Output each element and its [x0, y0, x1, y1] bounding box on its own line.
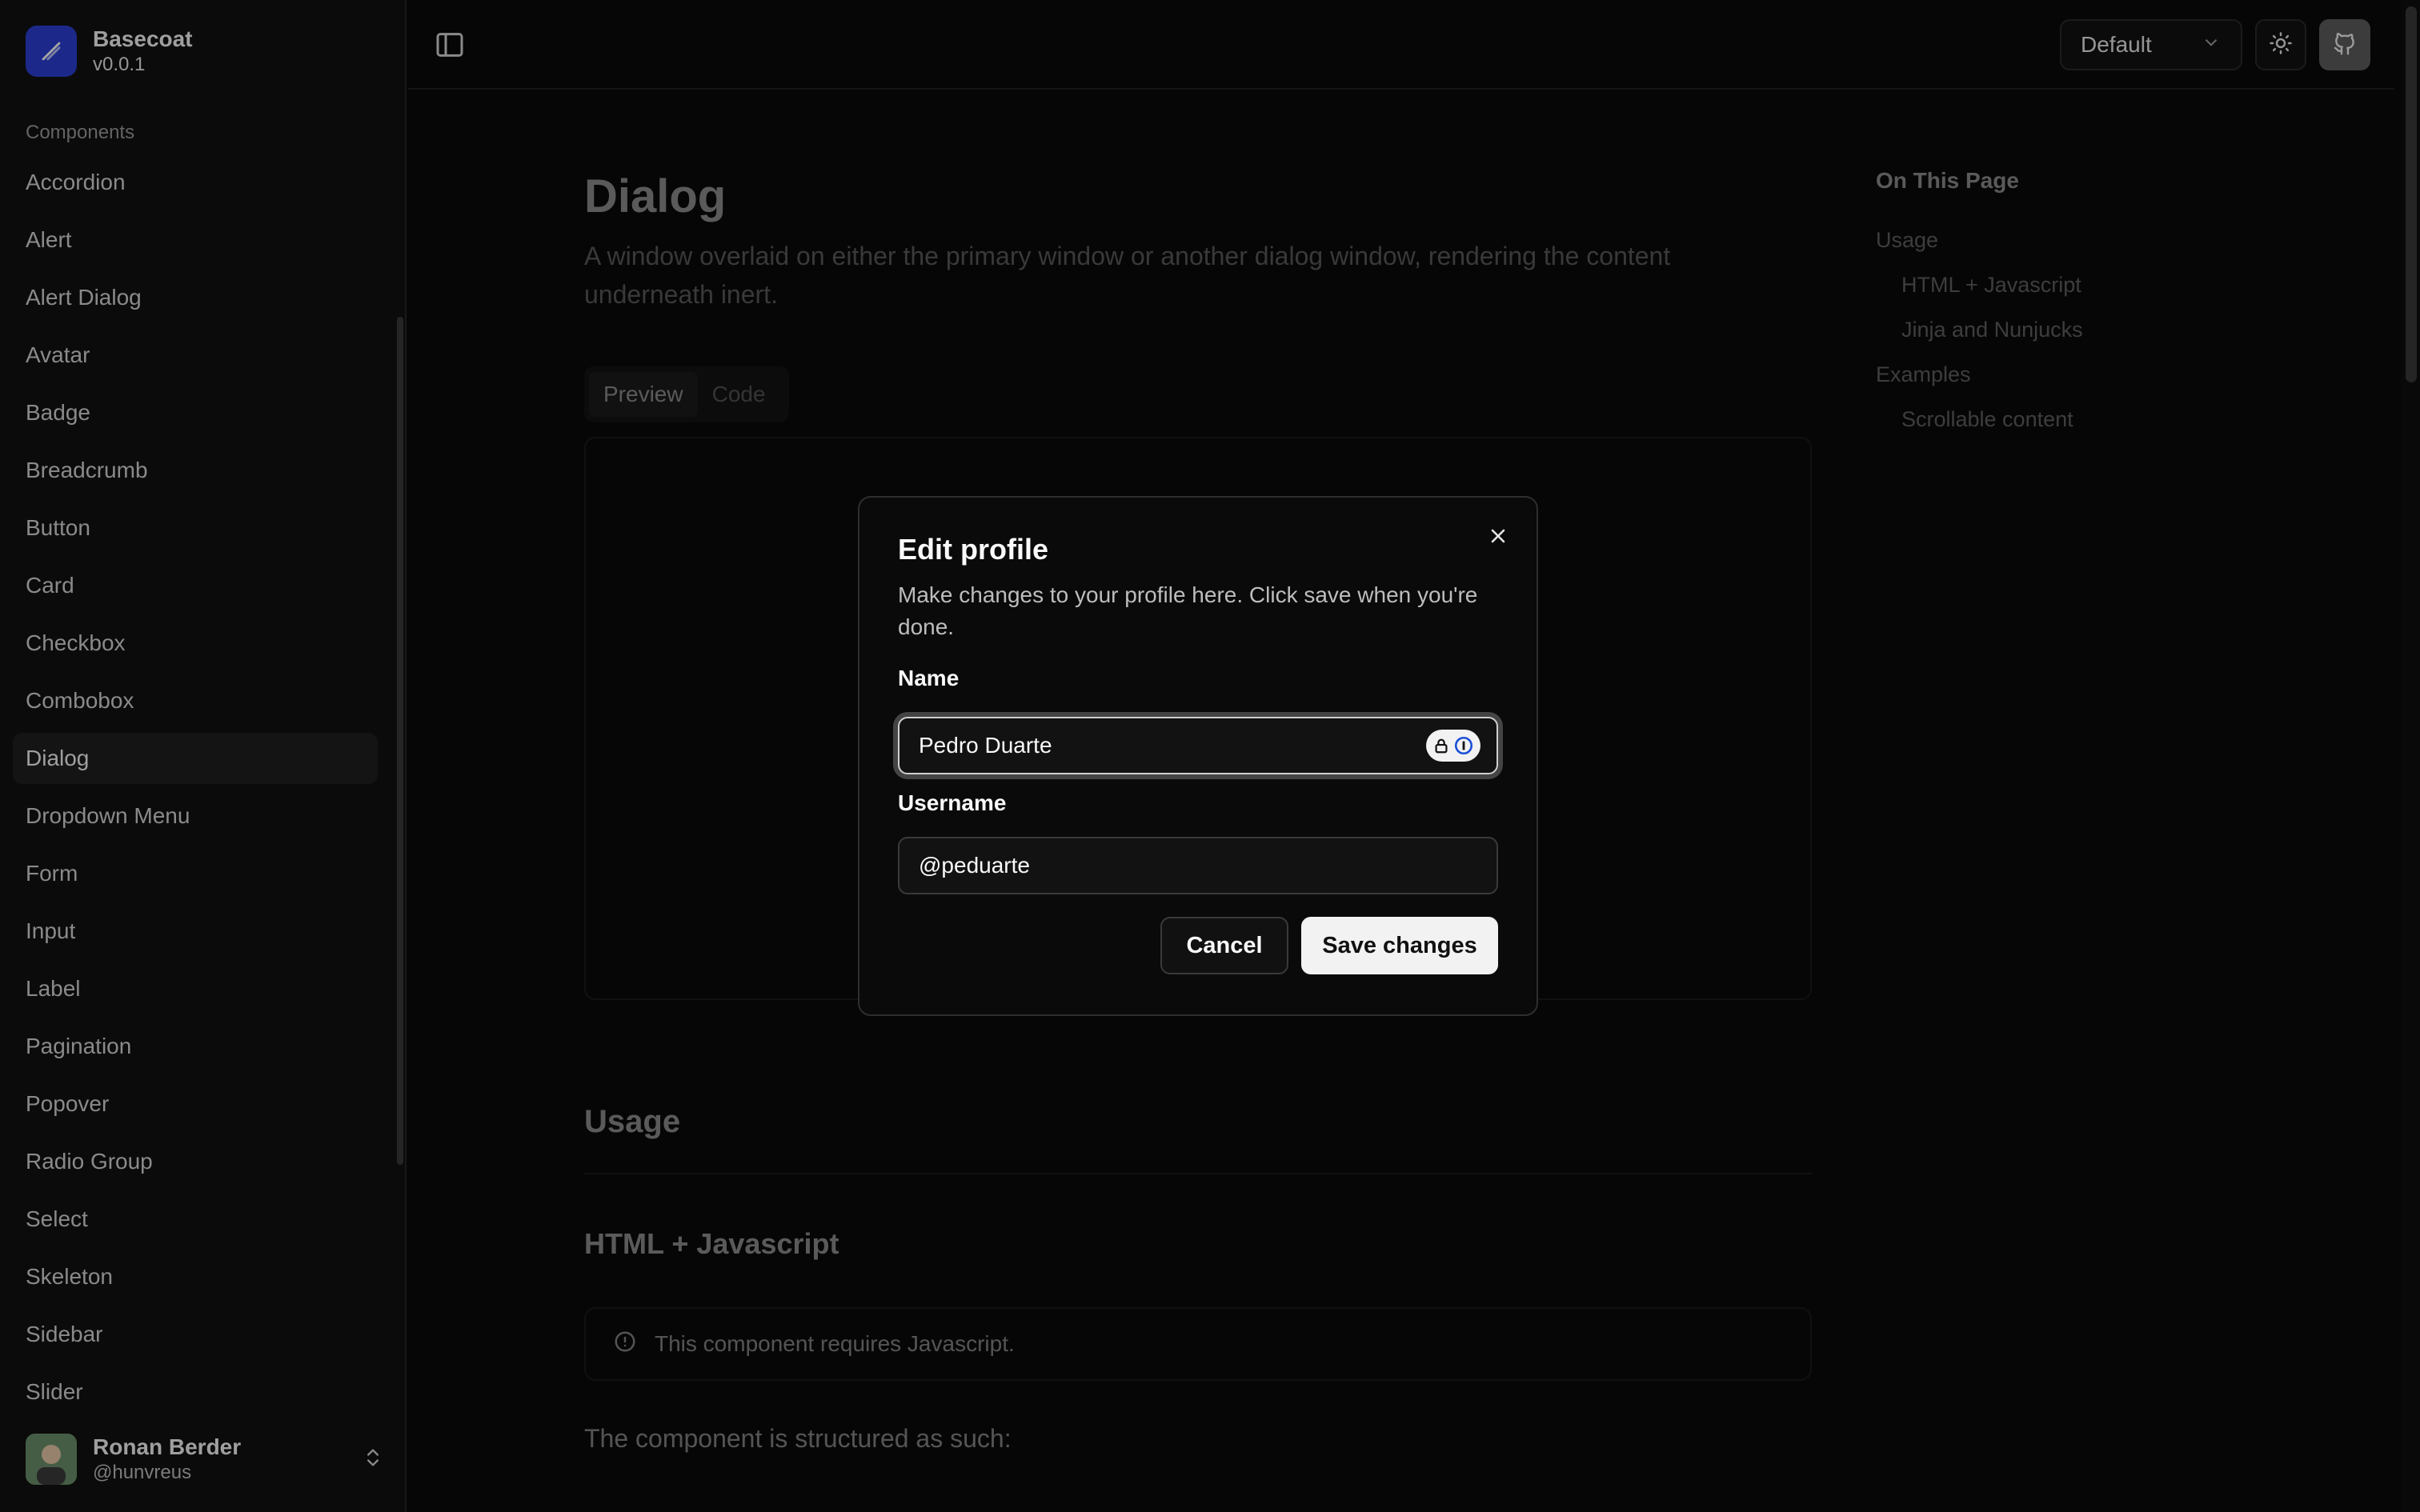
- save-changes-button[interactable]: Save changes: [1301, 917, 1498, 974]
- username-input[interactable]: [898, 837, 1498, 894]
- name-label: Name: [898, 666, 960, 690]
- edit-profile-dialog: Edit profile Make changes to your profil…: [858, 496, 1538, 1016]
- password-manager-icon[interactable]: [1426, 730, 1480, 762]
- username-label: Username: [898, 790, 1007, 815]
- dialog-title: Edit profile: [898, 533, 1048, 566]
- cancel-button[interactable]: Cancel: [1160, 917, 1288, 974]
- close-dialog-button[interactable]: [1482, 522, 1514, 554]
- dialog-description: Make changes to your profile here. Click…: [898, 582, 1478, 639]
- close-icon: [1487, 525, 1509, 551]
- name-input[interactable]: [898, 717, 1498, 774]
